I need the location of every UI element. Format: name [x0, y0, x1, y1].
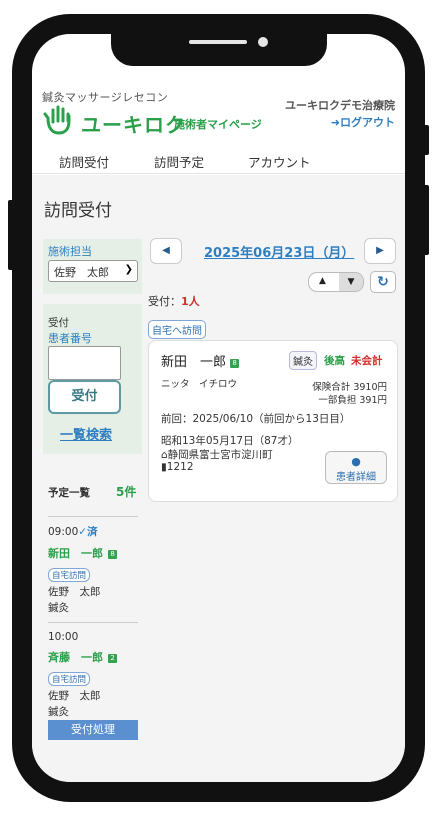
reception-count-value: 1人	[181, 295, 200, 308]
patient-detail-button[interactable]: ● 患者詳細	[325, 451, 387, 484]
visit-tag: 自宅訪問	[48, 672, 91, 686]
chevron-down-icon: ❯	[124, 264, 133, 275]
schedule-item[interactable]: 10:00 斉藤 一郎 2 自宅訪問 佐野 太郎 鍼灸	[48, 631, 140, 719]
refresh-icon: ↻	[377, 274, 389, 290]
sort-up-icon[interactable]: ▲	[319, 276, 326, 286]
schedule-practitioner: 佐野 太郎	[48, 586, 101, 598]
user-icon: ●	[351, 455, 361, 468]
reception-button[interactable]: 受付	[48, 380, 121, 414]
process-reception-button[interactable]: 受付処理	[48, 720, 138, 740]
patient-detail-label: 患者詳細	[336, 472, 376, 483]
logout-link[interactable]: ➜ログアウト	[331, 114, 395, 130]
brand-logo-text: ユーキロク	[81, 113, 186, 137]
patient-badge: 8	[108, 550, 118, 559]
list-search-link[interactable]: 一覧検索	[60, 424, 112, 443]
schedule-practitioner: 佐野 太郎	[48, 690, 101, 702]
room-number: ▮1212	[161, 461, 194, 473]
sort-toggle: ▲ ▼	[308, 272, 364, 292]
phone-camera	[258, 37, 268, 47]
patient-name: 新田 一郎	[161, 355, 227, 370]
caret-left-icon: ◀	[162, 245, 170, 256]
reception-count-label: 受付：	[148, 295, 181, 308]
done-status: ✓済	[78, 526, 98, 538]
nav-item-visit-schedule[interactable]: 訪問予定	[154, 152, 204, 171]
brand-tagline: 鍼灸マッサージレセコン	[42, 91, 169, 104]
schedule-time: 10:00	[48, 631, 79, 643]
schedule-treatment: 鍼灸	[48, 706, 69, 718]
next-date-button[interactable]: ▶	[364, 238, 396, 264]
schedule-time: 09:00	[48, 526, 79, 538]
patient-number-label: 患者番号	[48, 332, 92, 345]
previous-visit: 前回：2025/06/10（前回から13日目）	[161, 413, 351, 425]
schedule-title: 予定一覧	[48, 487, 90, 499]
phone-speaker	[189, 40, 247, 44]
clinic-name: ユーキロクデモ治療院	[285, 99, 395, 112]
logout-label: ログアウト	[340, 116, 395, 129]
logout-icon: ➜	[330, 116, 340, 129]
date-display[interactable]: 2025年06月23日（月）	[204, 242, 354, 261]
practitioner-select-value: 佐野 太郎	[54, 266, 109, 279]
page-title: 訪問受付	[44, 201, 112, 221]
reception-count: 受付：1人	[148, 293, 200, 309]
room-number-text: 1212	[166, 461, 194, 473]
home-visit-tag: 自宅へ訪問	[148, 320, 206, 339]
insurance-total: 保険合計 3910円	[312, 382, 387, 393]
prev-date-button[interactable]: ◀	[150, 238, 182, 264]
practitioner-label: 施術担当	[48, 245, 92, 258]
schedule-treatment: 鍼灸	[48, 602, 69, 614]
main-nav: 訪問受付 訪問予定 アカウント	[32, 148, 405, 174]
insurance-info: 保険合計 3910円 一部負担 391円	[312, 381, 387, 407]
caret-right-icon: ▶	[376, 245, 384, 256]
unpaid-label: 未会計	[351, 355, 383, 367]
phone-notch	[111, 34, 327, 66]
address-text: 静岡県富士宮市淀川町	[167, 449, 273, 461]
payment-later-label: 後高	[324, 355, 345, 367]
address: ⌂静岡県富士宮市淀川町	[161, 447, 273, 462]
brand-logo-subtitle: 施術者マイページ	[174, 118, 262, 131]
nav-item-account[interactable]: アカウント	[248, 152, 311, 171]
practitioner-select[interactable]: 佐野 太郎 ❯	[48, 260, 138, 282]
patient-number-input[interactable]	[48, 346, 121, 380]
card-patient-name: 新田 一郎 8	[161, 351, 240, 370]
divider	[48, 622, 138, 623]
birth-date: 昭和13年05月17日（87才）	[161, 435, 299, 447]
patient-badge: 2	[108, 654, 118, 663]
schedule-patient-name[interactable]: 新田 一郎	[48, 547, 103, 560]
patient-kana: ニッタ イチロウ	[161, 379, 238, 390]
refresh-button[interactable]: ↻	[370, 271, 396, 293]
schedule-item[interactable]: 09:00✓済 新田 一郎 8 自宅訪問 佐野 太郎 鍼灸	[48, 524, 140, 615]
schedule-patient-name[interactable]: 斉藤 一郎	[48, 651, 103, 664]
visit-tag: 自宅訪問	[48, 568, 91, 582]
home-icon: ⌂	[161, 449, 168, 461]
patient-card[interactable]: 新田 一郎 8 鍼灸 後高 未会計 ニッタ イチロウ 保険合計 3910円 一部…	[148, 340, 398, 502]
schedule-count: 5件	[116, 485, 137, 499]
nav-item-visit-reception[interactable]: 訪問受付	[59, 152, 109, 171]
sort-down-icon[interactable]: ▼	[339, 273, 363, 291]
app-screen: 鍼灸マッサージレセコン ユーキロク 施術者マイページ ユーキロクデモ治療院 ➜ロ…	[32, 34, 405, 782]
treatment-tag: 鍼灸	[289, 351, 317, 370]
reception-label: 受付	[48, 317, 69, 329]
copay-amount: 一部負担 391円	[318, 395, 387, 406]
hand-logo-icon	[43, 105, 71, 135]
patient-badge: 8	[230, 359, 240, 368]
divider	[48, 516, 138, 517]
